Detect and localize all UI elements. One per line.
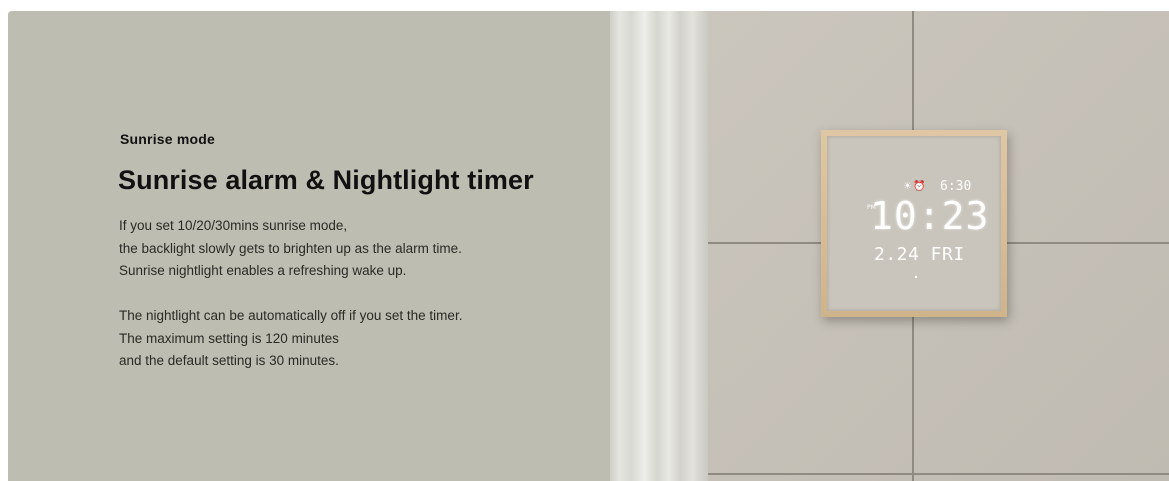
description-line: and the default setting is 30 minutes. [119,353,339,368]
sun-alarm-icon: ☀⏰ [903,181,927,192]
section-headline: Sunrise alarm & Nightlight timer [118,165,534,195]
clock-date: 2.24 FRI [874,244,965,265]
clock-indicator-dot [915,276,917,278]
description-line: If you set 10/20/30mins sunrise mode, [119,218,348,233]
description-line: The nightlight can be automatically off … [119,308,463,323]
clock-time: 10:23 [870,194,990,238]
clock-alarm-time: 6:30 [940,179,972,194]
section-description: If you set 10/20/30mins sunrise mode, th… [119,215,589,373]
curtain-image [610,11,708,481]
wall-clock-product-image: ☀⏰ 6:30 PM 10:23 2.24 FRI [821,130,1007,317]
clock-face: ☀⏰ 6:30 PM 10:23 2.24 FRI [827,136,1001,311]
section-eyebrow: Sunrise mode [120,131,215,147]
description-line: Sunrise nightlight enables a refreshing … [119,263,407,278]
sunrise-mode-banner: Sunrise mode Sunrise alarm & Nightlight … [8,11,1169,481]
text-panel: Sunrise mode Sunrise alarm & Nightlight … [8,11,610,481]
description-line: The maximum setting is 120 minutes [119,330,339,346]
tile-joint [708,473,1169,475]
description-line: the backlight slowly gets to brighten up… [119,240,462,256]
